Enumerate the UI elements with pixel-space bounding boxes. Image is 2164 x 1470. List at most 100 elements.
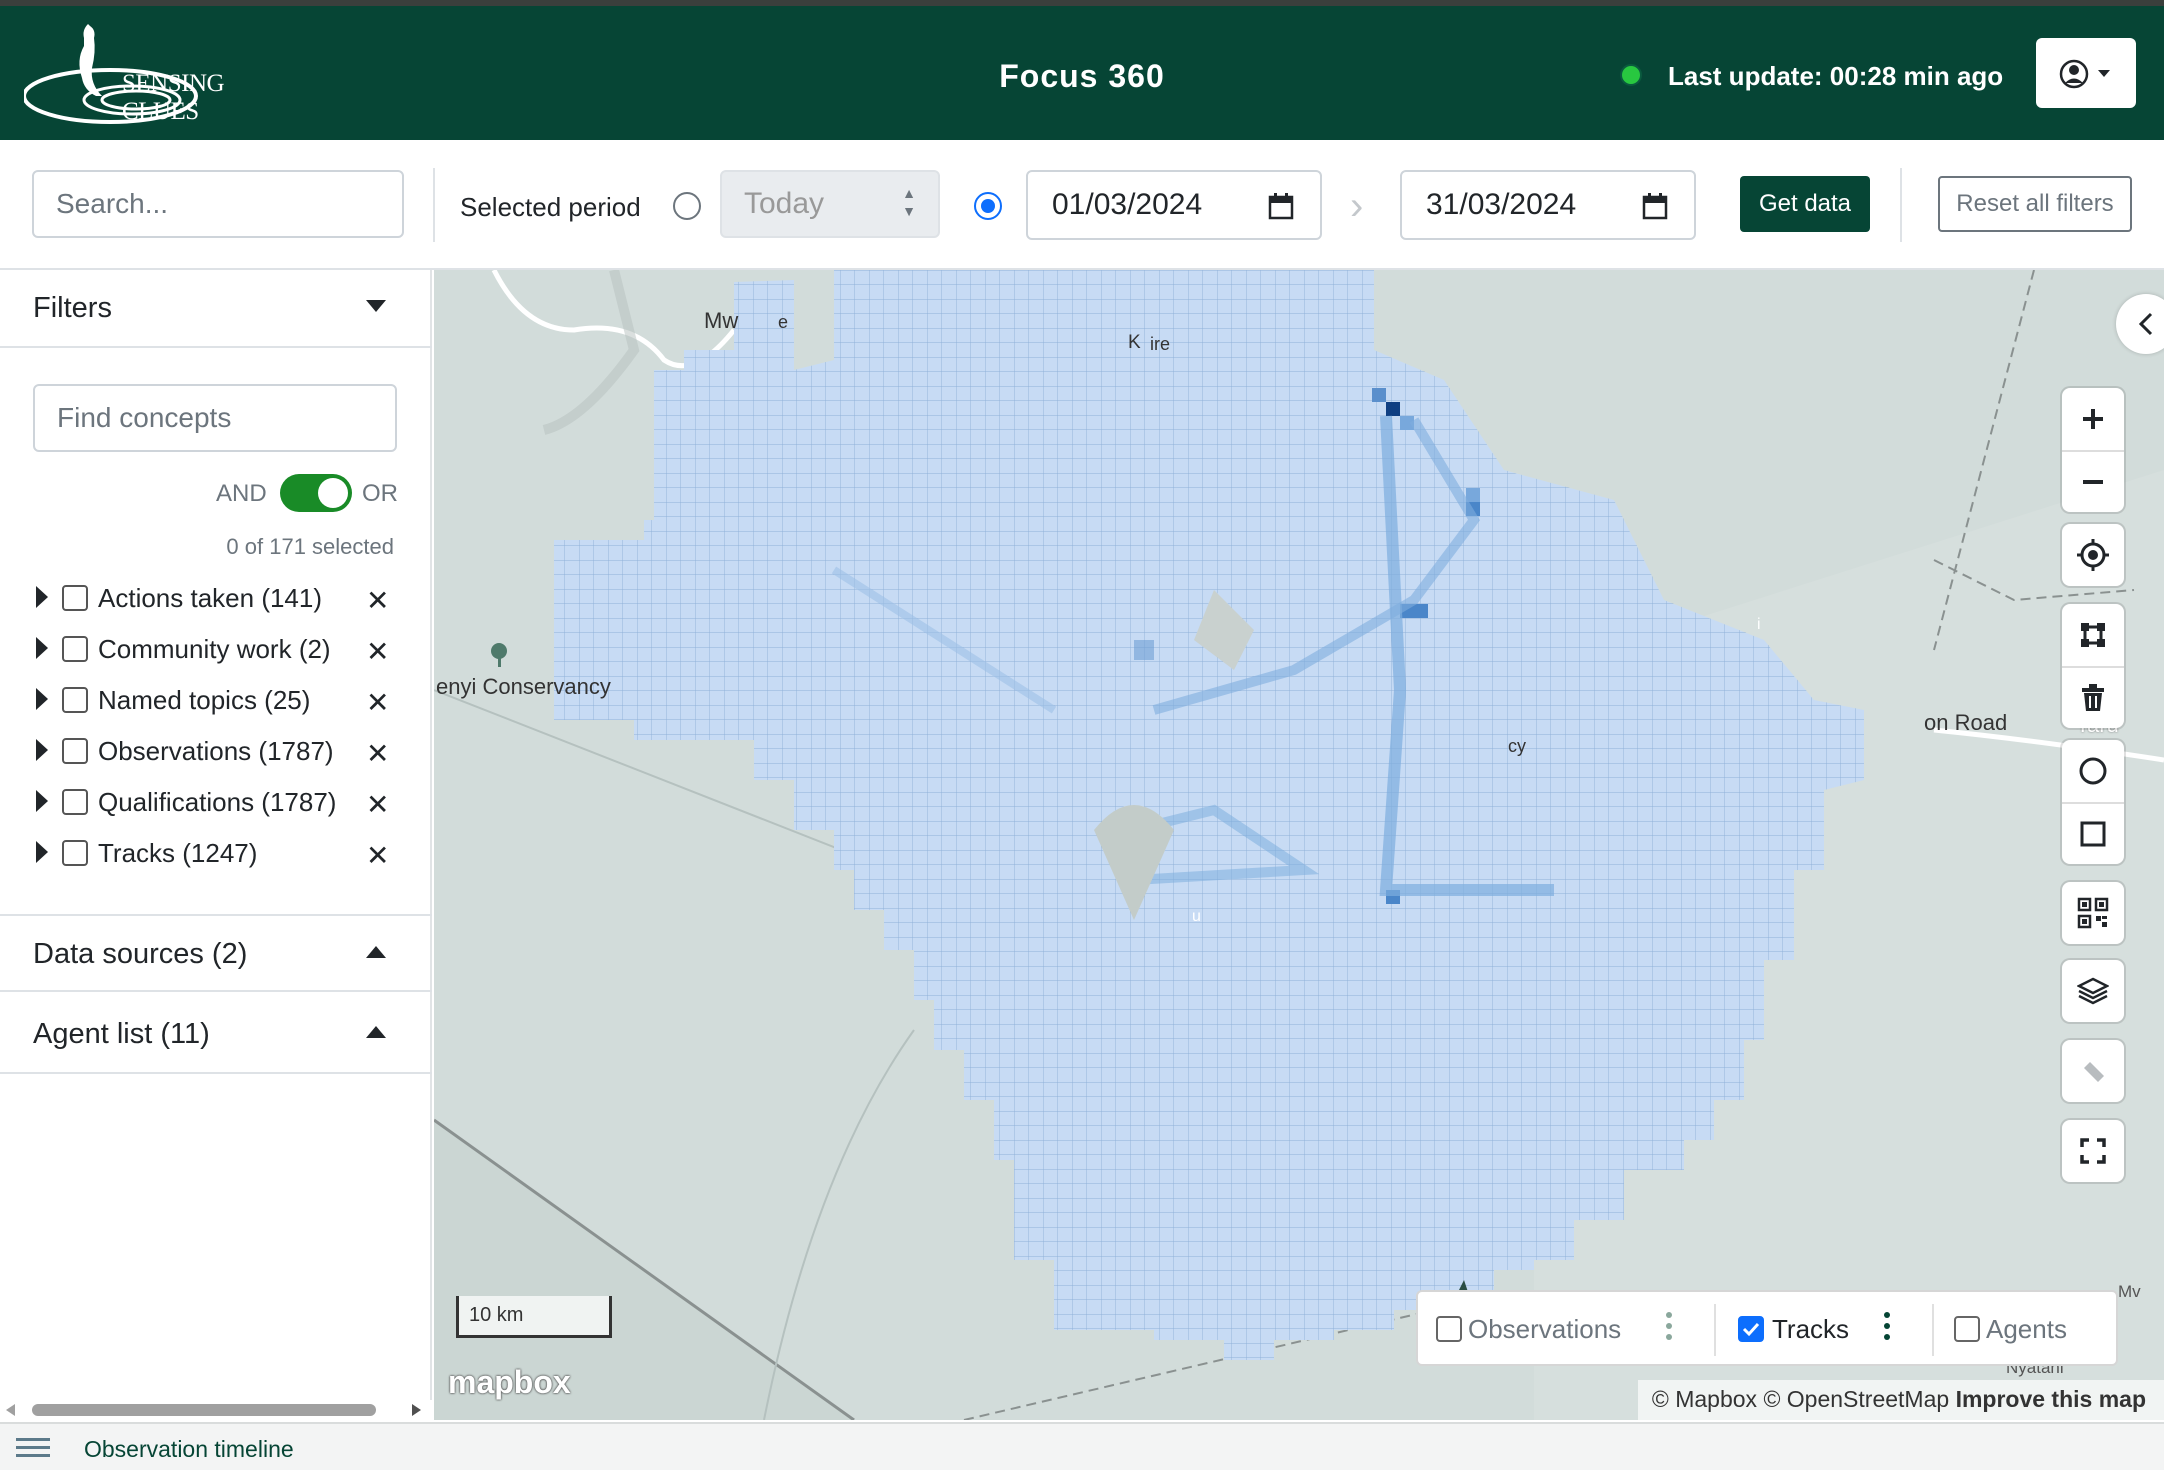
attribution-mapbox-link[interactable]: © Mapbox: [1652, 1386, 1757, 1412]
tracks-label: Tracks: [1772, 1314, 1850, 1344]
filters-section-header[interactable]: Filters: [0, 270, 432, 348]
clear-icon[interactable]: ✕: [366, 635, 389, 668]
expand-icon[interactable]: [36, 739, 48, 761]
filter-item-label: Named topics (25): [98, 685, 311, 715]
filter-item-label: Observations (1787): [98, 736, 334, 766]
tracks-options-icon[interactable]: [1884, 1312, 1890, 1345]
data-sources-section-header[interactable]: Data sources (2): [0, 914, 432, 992]
chevron-left-icon: [2138, 312, 2153, 336]
caret-up-icon: [366, 1026, 386, 1038]
filter-item-label: Community work (2): [98, 634, 331, 664]
scrollbar-thumb[interactable]: [32, 1404, 376, 1416]
date-range-radio[interactable]: [974, 192, 1002, 220]
expand-icon[interactable]: [36, 586, 48, 608]
grid-button[interactable]: [2062, 882, 2124, 944]
filter-checkbox[interactable]: [62, 585, 88, 611]
hamburger-icon[interactable]: [16, 1438, 50, 1462]
agent-list-section-header[interactable]: Agent list (11): [0, 996, 432, 1074]
sidebar-horizontal-scrollbar[interactable]: [0, 1400, 432, 1420]
observations-checkbox[interactable]: [1436, 1316, 1462, 1342]
zoom-in-button[interactable]: [2062, 388, 2124, 450]
filter-checkbox[interactable]: [62, 789, 88, 815]
clear-icon[interactable]: ✕: [366, 686, 389, 719]
calendar-icon[interactable]: [1642, 192, 1668, 220]
place-label: cy: [1508, 736, 1526, 756]
filter-checkbox[interactable]: [62, 687, 88, 713]
filter-item[interactable]: Tracks (1247) ✕: [0, 829, 432, 875]
filter-item-label: Tracks (1247): [98, 838, 258, 868]
filter-item[interactable]: Actions taken (141) ✕: [0, 574, 432, 620]
expand-icon[interactable]: [36, 841, 48, 863]
observations-options-icon[interactable]: [1666, 1312, 1672, 1345]
observation-timeline-bar[interactable]: Observation timeline: [0, 1422, 2164, 1470]
draw-polygon-button[interactable]: [2062, 604, 2124, 666]
filter-checkbox[interactable]: [62, 636, 88, 662]
layers-button[interactable]: [2062, 960, 2124, 1022]
selected-count: 0 of 171 selected: [226, 534, 394, 559]
preset-period-value: Today: [744, 187, 825, 220]
get-data-button[interactable]: Get data: [1740, 176, 1870, 232]
expand-icon[interactable]: [36, 790, 48, 812]
clear-icon[interactable]: ✕: [366, 788, 389, 821]
clear-icon[interactable]: ✕: [366, 584, 389, 617]
expand-icon[interactable]: [36, 688, 48, 710]
agents-checkbox[interactable]: [1954, 1316, 1980, 1342]
park-icon: [491, 643, 507, 667]
fullscreen-icon: [2080, 1138, 2106, 1164]
user-menu-button[interactable]: [2036, 38, 2136, 108]
tracks-checkbox[interactable]: [1738, 1316, 1764, 1342]
attribution-osm-link[interactable]: © OpenStreetMap: [1763, 1386, 1949, 1412]
app-header: SENSING CLUES Focus 360 Last update: 00:…: [0, 6, 2164, 140]
date-from-input[interactable]: 01/03/2024: [1026, 170, 1322, 240]
scroll-right-icon[interactable]: [412, 1404, 421, 1416]
or-label: OR: [362, 480, 398, 507]
mapbox-logo-text: mapbox: [448, 1364, 571, 1400]
filter-checkbox[interactable]: [62, 840, 88, 866]
measure-button[interactable]: [2062, 1040, 2124, 1102]
draw-square-button[interactable]: [2062, 802, 2124, 864]
fullscreen-button[interactable]: [2062, 1120, 2124, 1182]
improve-map-link[interactable]: Improve this map: [1956, 1386, 2146, 1412]
collapse-panel-button[interactable]: [2116, 294, 2164, 354]
date-to-input[interactable]: 31/03/2024: [1400, 170, 1696, 240]
toolbar-divider: [433, 168, 435, 242]
delete-shape-button[interactable]: [2062, 666, 2124, 728]
layers-icon: [2077, 977, 2109, 1005]
find-concepts-input[interactable]: Find concepts: [33, 384, 397, 452]
filter-item[interactable]: Community work (2) ✕: [0, 625, 432, 671]
filter-toolbar: Search... Selected period Today ▲ ▼ 01/03…: [0, 140, 2164, 270]
filter-item[interactable]: Observations (1787) ✕: [0, 727, 432, 773]
legend-divider: [1932, 1304, 1934, 1356]
locate-button[interactable]: [2062, 524, 2124, 586]
map-basemap: [434, 270, 2164, 1420]
map-attribution: © Mapbox © OpenStreetMap Improve this ma…: [1637, 1380, 2164, 1420]
polygon-draw-icon: [2081, 623, 2105, 647]
preset-period-radio[interactable]: [673, 192, 701, 220]
expand-icon[interactable]: [36, 637, 48, 659]
and-or-toggle[interactable]: [280, 474, 352, 512]
clear-icon[interactable]: ✕: [366, 839, 389, 872]
user-circle-icon: [2059, 59, 2110, 89]
and-label: AND: [216, 480, 267, 507]
preset-period-select[interactable]: Today ▲ ▼: [720, 170, 940, 238]
place-label: K: [1128, 332, 1141, 353]
filter-item[interactable]: Named topics (25) ✕: [0, 676, 432, 722]
filter-checkbox[interactable]: [62, 738, 88, 764]
place-label: e: [778, 312, 789, 332]
zoom-out-button[interactable]: [2062, 450, 2124, 512]
reset-filters-button[interactable]: Reset all filters: [1938, 176, 2132, 232]
scroll-left-icon[interactable]: [6, 1404, 15, 1416]
place-label: on Road: [1924, 710, 2008, 735]
qr-grid-icon: [2077, 897, 2109, 929]
mapbox-logo[interactable]: mapbox: [448, 1364, 571, 1401]
date-from-value: 01/03/2024: [1052, 188, 1203, 221]
caret-up-icon: [366, 946, 386, 958]
draw-circle-button[interactable]: [2062, 740, 2124, 802]
filter-item[interactable]: Qualifications (1787) ✕: [0, 778, 432, 824]
calendar-icon[interactable]: [1268, 192, 1294, 220]
trash-icon: [2082, 684, 2104, 711]
search-input[interactable]: Search...: [32, 170, 404, 238]
clear-icon[interactable]: ✕: [366, 737, 389, 770]
agents-label: Agents: [1986, 1314, 2067, 1344]
map-view[interactable]: Mw e K ire enyi Conservancy on Road Taru…: [434, 270, 2164, 1420]
